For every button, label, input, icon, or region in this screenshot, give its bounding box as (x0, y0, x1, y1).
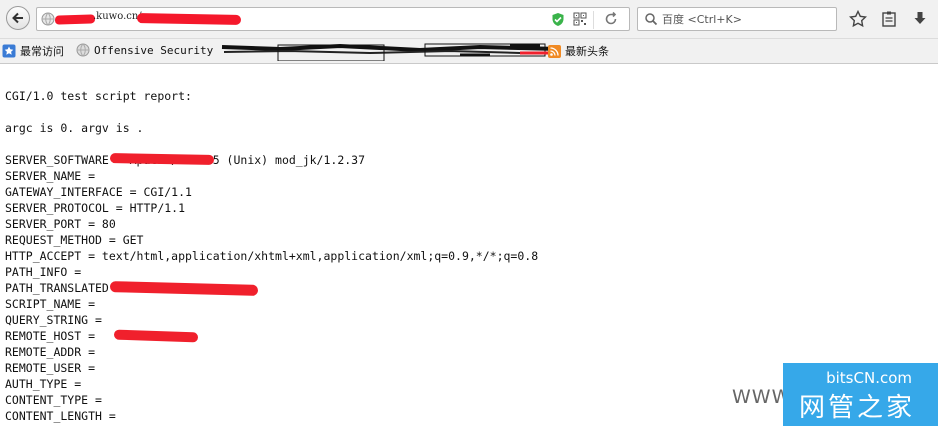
globe-icon (41, 12, 55, 26)
report-line: REMOTE_HOST = (5, 329, 96, 343)
rss-icon (548, 44, 561, 58)
report-line: GATEWAY_INTERFACE = CGI/1.1 (5, 185, 192, 199)
url-redaction (54, 14, 96, 25)
bookmark-label: Offensive Security (94, 43, 214, 57)
report-line: PATH_INFO = (5, 265, 82, 279)
bookmarks-toolbar: 最常访问 Offensive Security 最新头条 (0, 39, 938, 64)
report-line: SERVER_NAME = (5, 169, 96, 183)
bookmark-label: 最常访问 (20, 45, 64, 58)
bookmark-most-visited[interactable]: 最常访问 (2, 43, 64, 59)
navigation-toolbar: .kuwo.cn/ 百度 <Ctrl+K> (0, 0, 938, 39)
report-line: CGI/1.0 test script report: (5, 89, 192, 103)
report-line: SCRIPT_NAME = (5, 297, 96, 311)
report-line: SERVER_SOFTWARE = Apache/2.2.25 (Unix) m… (5, 153, 366, 167)
url-redaction (136, 13, 242, 25)
server-name-redaction (109, 153, 215, 165)
search-bar[interactable]: 百度 <Ctrl+K> (637, 7, 837, 31)
report-line: SERVER_PORT = 80 (5, 217, 116, 231)
url-text: .kuwo.cn/ (93, 11, 142, 22)
report-line: CONTENT_TYPE = (5, 393, 102, 407)
logo-brand-text: bitsCN.com (826, 369, 912, 387)
report-line: AUTH_TYPE = (5, 377, 82, 391)
reading-list-icon (882, 11, 896, 27)
reload-icon[interactable] (603, 11, 619, 27)
logo-name-text: 网管之家 (799, 393, 916, 423)
reading-list-button[interactable] (879, 9, 899, 29)
report-line: PATH_TRANSLATED = (5, 281, 123, 295)
report-line: HTTP_ACCEPT = text/html,application/xhtm… (5, 249, 539, 263)
bookmarks-scribble-redaction (221, 43, 561, 61)
cgi-report: CGI/1.0 test script report: argc is 0. a… (5, 72, 538, 440)
bookmark-label: 最新头条 (565, 45, 609, 58)
report-line (5, 136, 538, 152)
url-bar[interactable]: .kuwo.cn/ (36, 7, 630, 31)
report-line: REMOTE_USER = (5, 361, 96, 375)
bookmark-latest-headlines[interactable]: 最新头条 (548, 43, 609, 59)
report-line: argc is 0. argv is . (5, 121, 144, 135)
shield-icon[interactable] (551, 12, 565, 27)
downloads-button[interactable] (910, 9, 930, 29)
globe-icon (76, 43, 90, 57)
search-icon (645, 13, 658, 26)
star-icon (849, 10, 867, 28)
bitscn-logo: bitsCN.com 网管之家 (783, 363, 938, 426)
search-placeholder: 百度 <Ctrl+K> (662, 13, 742, 26)
report-line: REMOTE_ADDR = (5, 345, 96, 359)
report-line: QUERY_STRING = (5, 313, 102, 327)
report-line (5, 104, 538, 120)
report-line: CONTENT_LENGTH = (5, 409, 116, 423)
report-line: SERVER_PROTOCOL = HTTP/1.1 (5, 201, 186, 215)
download-icon (914, 12, 926, 24)
bookmark-offensive-security[interactable]: Offensive Security (76, 43, 213, 57)
bookmark-star-icon (2, 44, 16, 58)
bookmark-star-button[interactable] (848, 9, 868, 29)
qr-code-icon[interactable] (573, 12, 587, 26)
url-divider (593, 11, 594, 29)
back-arrow-icon (12, 12, 23, 24)
back-button[interactable] (6, 6, 30, 30)
report-line: REQUEST_METHOD = GET (5, 233, 144, 247)
